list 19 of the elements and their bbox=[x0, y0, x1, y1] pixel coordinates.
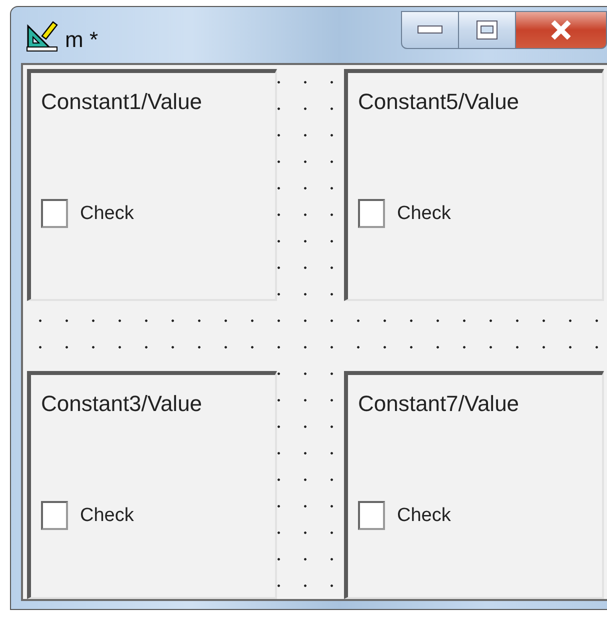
checkbox-label: Check bbox=[397, 504, 451, 526]
window-title: m * bbox=[65, 27, 98, 53]
close-button[interactable] bbox=[515, 11, 607, 49]
checkbox[interactable] bbox=[41, 501, 68, 530]
minimize-icon bbox=[417, 25, 443, 35]
maximize-button[interactable] bbox=[458, 11, 516, 49]
checkbox-label: Check bbox=[80, 504, 134, 526]
panel-title: Constant5/Value bbox=[358, 89, 520, 115]
panel-title: Constant3/Value bbox=[41, 391, 202, 417]
checkbox-label: Check bbox=[397, 202, 451, 224]
minimize-button[interactable] bbox=[401, 11, 459, 49]
checkbox-label: Check bbox=[80, 202, 134, 224]
checkbox[interactable] bbox=[358, 199, 385, 228]
panel-title: Constant1/Value bbox=[41, 89, 202, 115]
panel-title: Constant7/Value bbox=[358, 391, 520, 417]
close-icon bbox=[549, 20, 573, 40]
maximize-icon bbox=[476, 20, 498, 40]
checkbox[interactable] bbox=[358, 501, 385, 530]
checkbox[interactable] bbox=[41, 199, 68, 228]
